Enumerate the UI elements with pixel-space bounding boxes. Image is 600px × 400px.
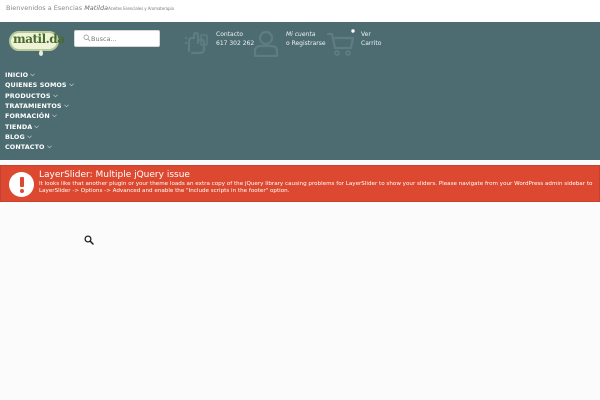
menu-label: TRATAMIENTOS: [5, 102, 62, 111]
logo-text: matil.da: [13, 32, 65, 46]
exclamation-icon: [9, 172, 34, 197]
welcome-message: Bienvenidos a Esencias MatildaAceites Es…: [6, 4, 174, 12]
menu-item-contacto[interactable]: CONTACTO: [5, 142, 74, 152]
menu-label: INICIO: [5, 71, 29, 80]
site-header: matil.da Contacto 617 302 262 Mi cuenta …: [0, 22, 600, 160]
menu-label: QUIENES SOMOS: [5, 81, 67, 90]
phone-hand-icon: [184, 31, 208, 55]
chevron-down-icon: [34, 125, 40, 128]
layerslider-error-notice: LayerSlider: Multiple jQuery issue It lo…: [0, 165, 600, 202]
chevron-down-icon: [26, 135, 32, 139]
cart-icon: [327, 29, 355, 56]
menu-label: BLOG: [5, 132, 25, 141]
menu-label: PRODUCTOS: [5, 91, 51, 100]
user-icon: [253, 30, 279, 57]
contact-label: Contacto: [216, 31, 244, 38]
site-logo[interactable]: matil.da: [9, 31, 65, 57]
cart-label-view: Ver: [361, 31, 371, 38]
logo-drop-icon: [39, 50, 43, 56]
welcome-brand: Matilda: [84, 4, 109, 12]
main-menu: INICIO QUIENES SOMOS PRODUCTOS TRATAMIEN…: [5, 70, 74, 152]
menu-item-tratamientos[interactable]: TRATAMIENTOS: [5, 101, 74, 111]
chevron-down-icon: [30, 73, 36, 77]
menu-label: TIENDA: [5, 122, 33, 131]
chevron-down-icon: [68, 83, 74, 87]
account-label: Mi cuenta: [286, 31, 316, 38]
top-bar: Bienvenidos a Esencias MatildaAceites Es…: [0, 0, 600, 22]
account-register: o Registrarse: [286, 40, 326, 47]
exclamation-bar: [19, 177, 24, 187]
chevron-down-icon: [63, 104, 69, 108]
welcome-tagline: Aceites Esenciales y Aromaterapia: [108, 6, 174, 11]
chevron-down-icon: [51, 114, 57, 118]
menu-item-quienes-somos[interactable]: QUIENES SOMOS: [5, 80, 74, 90]
cart-label-cart: Carrito: [361, 40, 382, 47]
chevron-down-icon: [46, 145, 52, 149]
menu-item-productos[interactable]: PRODUCTOS: [5, 91, 74, 101]
welcome-text: Bienvenidos a Esencias: [6, 4, 85, 12]
menu-item-tienda[interactable]: TIENDA: [5, 121, 74, 131]
menu-item-inicio[interactable]: INICIO: [5, 70, 74, 80]
search-icon[interactable]: [84, 235, 94, 245]
search-box[interactable]: [74, 30, 160, 47]
search-icon: [83, 34, 91, 42]
notice-title: LayerSlider: Multiple jQuery issue: [39, 170, 190, 180]
menu-label: FORMACIÓN: [5, 112, 50, 121]
chevron-down-icon: [52, 94, 58, 98]
menu-item-blog[interactable]: BLOG: [5, 132, 74, 142]
notice-message: It looks like that another plugin or you…: [39, 181, 593, 194]
search-input[interactable]: [91, 33, 157, 45]
exclamation-dot: [19, 189, 24, 193]
menu-label: CONTACTO: [5, 143, 45, 152]
menu-item-formacion[interactable]: FORMACIÓN: [5, 111, 74, 121]
contact-phone: 617 302 262: [216, 40, 255, 47]
